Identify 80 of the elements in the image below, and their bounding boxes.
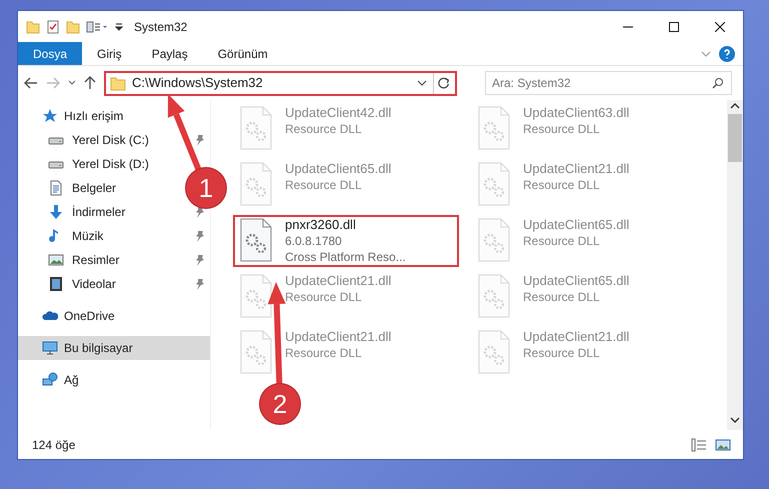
download-arrow-icon — [48, 204, 64, 220]
scrollbar[interactable] — [727, 100, 743, 430]
up-arrow-icon[interactable] — [84, 76, 96, 90]
sidebar-label: Videolar — [72, 276, 116, 293]
file-detail: Resource DLL — [523, 289, 601, 305]
ribbon-tab[interactable]: Giriş — [82, 42, 137, 65]
item-count: 124 öğe — [32, 436, 76, 454]
star-icon — [42, 108, 58, 124]
sidebar-label: Müzik — [72, 228, 104, 245]
close-icon[interactable] — [715, 22, 725, 32]
sidebar-label: OneDrive — [64, 308, 115, 325]
scroll-thumb[interactable] — [728, 114, 742, 162]
large-icons-view-icon[interactable] — [715, 438, 731, 452]
properties-icon[interactable] — [46, 20, 60, 34]
network-icon — [42, 372, 58, 388]
file-name: UpdateClient63.dll — [523, 105, 630, 121]
sidebar-item[interactable]: Hızlı erişim — [18, 104, 130, 128]
search-field[interactable]: Ara: System32 — [485, 71, 732, 95]
pin-icon[interactable] — [194, 278, 206, 290]
details-view-icon[interactable] — [691, 438, 707, 452]
sidebar-item[interactable]: OneDrive — [18, 304, 121, 328]
sidebar-label: Bu bilgisayar — [64, 340, 133, 357]
file-name: UpdateClient65.dll — [523, 273, 630, 289]
file-detail: Resource DLL — [285, 289, 363, 305]
document-icon — [48, 180, 64, 196]
sidebar-label: Belgeler — [72, 180, 116, 197]
folder-icon — [110, 75, 126, 91]
sidebar-label: İndirmeler — [72, 204, 126, 221]
file-name: UpdateClient65.dll — [523, 217, 630, 233]
back-arrow-icon[interactable] — [24, 77, 38, 89]
sidebar-item[interactable]: Yerel Disk (D:) — [18, 152, 155, 176]
sidebar-label: Resimler — [72, 252, 120, 269]
monitor-icon — [42, 340, 58, 356]
file-name: pnxr3260.dll — [285, 217, 357, 233]
pin-icon[interactable] — [194, 254, 206, 266]
file-detail: Resource DLL — [285, 177, 363, 193]
sidebar-item[interactable]: Bu bilgisayar — [18, 336, 210, 360]
ribbon-tab[interactable]: Dosya — [18, 42, 82, 65]
picture-frame-icon — [48, 252, 64, 268]
file-item[interactable]: pnxr3260.dll 6.0.8.1780 Cross Platform Reso... — [233, 215, 459, 267]
file-detail: Resource DLL — [523, 177, 601, 193]
file-name: UpdateClient21.dll — [523, 329, 630, 345]
film-strip-icon — [48, 276, 64, 292]
window-title: System32 — [134, 18, 188, 36]
sidebar-label: Yerel Disk (C:) — [72, 132, 149, 149]
pin-icon[interactable] — [194, 230, 206, 242]
address-path: C:\Windows\System32 — [131, 74, 264, 92]
sidebar-item[interactable]: Ağ — [18, 368, 85, 392]
pin-icon[interactable] — [194, 134, 206, 146]
sidebar-item[interactable]: Belgeler — [18, 176, 122, 200]
address-bar[interactable]: C:\Windows\System32 — [104, 70, 457, 96]
file-name: UpdateClient65.dll — [285, 161, 392, 177]
ribbon-tab[interactable]: Paylaş — [136, 42, 203, 65]
minimize-icon[interactable] — [623, 26, 633, 28]
help-icon[interactable] — [719, 46, 735, 62]
file-detail: Cross Platform Reso... — [285, 249, 406, 265]
chevron-down-icon[interactable] — [417, 79, 427, 87]
sidebar-item[interactable]: Videolar — [18, 272, 122, 296]
sidebar-label: Hızlı erişim — [64, 108, 124, 125]
file-name: UpdateClient42.dll — [285, 105, 392, 121]
file-name: UpdateClient21.dll — [285, 329, 392, 345]
file-detail: Resource DLL — [523, 345, 601, 361]
sidebar-item[interactable]: İndirmeler — [18, 200, 132, 224]
search-icon — [712, 77, 724, 89]
file-detail: Resource DLL — [285, 121, 363, 137]
sidebar-item[interactable]: Yerel Disk (C:) — [18, 128, 155, 152]
maximize-icon[interactable] — [669, 22, 679, 32]
ribbon-tab[interactable]: Görünüm — [202, 42, 283, 65]
sidebar-item[interactable]: Müzik — [18, 224, 110, 248]
sidebar-label: Ağ — [64, 372, 79, 389]
file-detail: Resource DLL — [285, 345, 363, 361]
sidebar-label: Yerel Disk (D:) — [72, 156, 149, 173]
file-detail: Resource DLL — [523, 233, 601, 249]
file-name: UpdateClient21.dll — [523, 161, 630, 177]
file-detail: Resource DLL — [523, 121, 601, 137]
file-detail: 6.0.8.1780 — [285, 233, 343, 249]
file-name: UpdateClient21.dll — [285, 273, 392, 289]
recent-dropdown-icon[interactable] — [68, 80, 76, 86]
view-menu-icon[interactable] — [86, 20, 108, 34]
sidebar-item[interactable]: Resimler — [18, 248, 126, 272]
